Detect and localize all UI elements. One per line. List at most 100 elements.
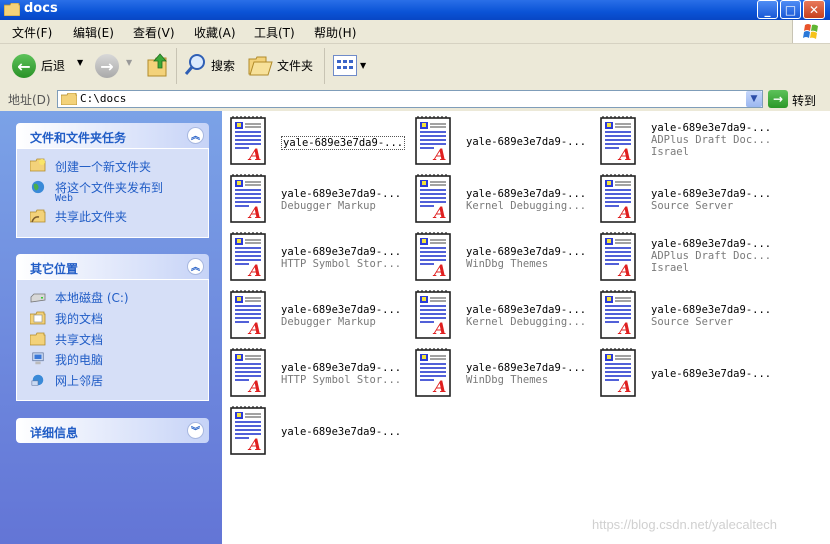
windows-logo-icon <box>792 20 830 43</box>
file-name[interactable]: yale-689e3e7da9-... <box>281 188 401 200</box>
back-button[interactable]: ← <box>12 54 36 78</box>
search-icon[interactable] <box>184 52 208 78</box>
file-item[interactable]: A yale-689e3e7da9-... WinDbg Themes <box>414 348 594 402</box>
address-dropdown-button[interactable]: ▼ <box>746 91 762 107</box>
views-dropdown-icon[interactable]: ▼ <box>360 61 366 70</box>
title-bar[interactable] <box>0 0 830 20</box>
document-file-icon[interactable]: A <box>229 290 269 343</box>
address-value[interactable]: C:\docs <box>80 92 126 105</box>
folders-icon[interactable] <box>248 53 274 77</box>
file-name[interactable]: yale-689e3e7da9-... <box>281 362 401 374</box>
document-file-icon[interactable]: A <box>599 174 639 227</box>
file-name[interactable]: yale-689e3e7da9-... <box>466 188 586 200</box>
toolbar-separator <box>324 48 325 84</box>
menu-tools[interactable]: 工具(T) <box>254 24 295 41</box>
file-item[interactable]: A yale-689e3e7da9-... <box>599 348 779 402</box>
file-item[interactable]: A yale-689e3e7da9-... <box>229 406 409 460</box>
address-input[interactable] <box>57 90 763 108</box>
views-button[interactable] <box>333 55 357 76</box>
minimize-button[interactable]: _ <box>757 0 778 19</box>
file-item[interactable]: A yale-689e3e7da9-... Debugger Markup <box>229 290 409 344</box>
file-item[interactable]: A yale-689e3e7da9-... <box>229 116 409 170</box>
document-file-icon[interactable]: A <box>414 348 454 401</box>
menu-help[interactable]: 帮助(H) <box>314 24 356 41</box>
file-item[interactable]: A yale-689e3e7da9-... Kernel Debugging... <box>414 290 594 344</box>
file-name[interactable]: yale-689e3e7da9-... <box>651 368 771 380</box>
file-description: ADPlus Draft Doc... <box>651 134 772 146</box>
file-tasks-title[interactable]: 文件和文件夹任务 <box>30 129 126 146</box>
search-label[interactable]: 搜索 <box>211 57 235 74</box>
my-documents-link[interactable]: 我的文档 <box>55 310 103 327</box>
collapse-icon[interactable]: ︽ <box>187 258 204 275</box>
back-label[interactable]: 后退 <box>41 57 65 74</box>
file-description: Israel <box>651 146 689 158</box>
other-places-title[interactable]: 其它位置 <box>30 260 78 277</box>
file-item[interactable]: A yale-689e3e7da9-... ADPlus Draft Doc...… <box>599 116 779 170</box>
document-file-icon[interactable]: A <box>599 348 639 401</box>
up-folder-icon[interactable] <box>146 52 170 78</box>
menu-edit[interactable]: 编辑(E) <box>73 24 114 41</box>
document-file-icon[interactable]: A <box>229 232 269 285</box>
file-name[interactable]: yale-689e3e7da9-... <box>281 426 401 438</box>
file-description: Debugger Markup <box>281 200 376 212</box>
svg-text:A: A <box>617 377 631 396</box>
svg-text:A: A <box>247 319 261 338</box>
document-file-icon[interactable]: A <box>229 116 269 169</box>
local-disk-link[interactable]: 本地磁盘 (C:) <box>55 289 129 306</box>
go-button[interactable]: → <box>768 90 788 108</box>
menu-view[interactable]: 查看(V) <box>133 24 175 41</box>
file-name[interactable]: yale-689e3e7da9-... <box>466 362 586 374</box>
collapse-icon[interactable]: ︽ <box>187 127 204 144</box>
file-item[interactable]: A yale-689e3e7da9-... Debugger Markup <box>229 174 409 228</box>
menu-favorites[interactable]: 收藏(A) <box>194 24 236 41</box>
file-name[interactable]: yale-689e3e7da9-... <box>281 246 401 258</box>
expand-icon[interactable]: ︾ <box>187 422 204 439</box>
document-file-icon[interactable]: A <box>229 174 269 227</box>
file-name[interactable]: yale-689e3e7da9-... <box>466 304 586 316</box>
file-item[interactable]: A yale-689e3e7da9-... Kernel Debugging... <box>414 174 594 228</box>
folders-label[interactable]: 文件夹 <box>277 57 313 74</box>
file-item[interactable]: A yale-689e3e7da9-... <box>414 116 594 170</box>
publish-to-web-link-web[interactable]: Web <box>55 193 73 204</box>
details-title[interactable]: 详细信息 <box>30 424 78 441</box>
go-label[interactable]: 转到 <box>792 92 816 109</box>
menu-file[interactable]: 文件(F) <box>12 24 52 41</box>
document-file-icon[interactable]: A <box>599 116 639 169</box>
file-item[interactable]: A yale-689e3e7da9-... ADPlus Draft Doc...… <box>599 232 779 286</box>
my-computer-link[interactable]: 我的电脑 <box>55 351 103 368</box>
document-file-icon[interactable]: A <box>414 116 454 169</box>
shared-documents-link[interactable]: 共享文档 <box>55 331 103 348</box>
forward-dropdown-icon[interactable]: ▼ <box>126 58 132 67</box>
file-item[interactable]: A yale-689e3e7da9-... HTTP Symbol Stor... <box>229 232 409 286</box>
document-file-icon[interactable]: A <box>414 174 454 227</box>
file-name[interactable]: yale-689e3e7da9-... <box>281 304 401 316</box>
maximize-icon: □ <box>784 2 797 17</box>
maximize-button[interactable]: □ <box>780 0 801 19</box>
file-description: Source Server <box>651 200 734 212</box>
create-new-folder-link[interactable]: 创建一个新文件夹 <box>55 158 151 175</box>
share-folder-link[interactable]: 共享此文件夹 <box>55 208 127 225</box>
document-file-icon[interactable]: A <box>229 348 269 401</box>
window-title: docs <box>24 1 58 16</box>
file-item[interactable]: A yale-689e3e7da9-... Source Server <box>599 290 779 344</box>
forward-button[interactable]: → <box>95 54 119 78</box>
file-name[interactable]: yale-689e3e7da9-... <box>651 304 771 316</box>
file-name[interactable]: yale-689e3e7da9-... <box>651 188 771 200</box>
file-name[interactable]: yale-689e3e7da9-... <box>466 246 586 258</box>
document-file-icon[interactable]: A <box>599 232 639 285</box>
document-file-icon[interactable]: A <box>414 232 454 285</box>
file-name[interactable]: yale-689e3e7da9-... <box>466 136 586 148</box>
file-item[interactable]: A yale-689e3e7da9-... WinDbg Themes <box>414 232 594 286</box>
back-dropdown-icon[interactable]: ▼ <box>77 58 83 67</box>
file-name[interactable]: yale-689e3e7da9-... <box>281 136 406 150</box>
file-item[interactable]: A yale-689e3e7da9-... HTTP Symbol Stor... <box>229 348 409 402</box>
file-item[interactable]: A yale-689e3e7da9-... Source Server <box>599 174 779 228</box>
close-button[interactable]: ✕ <box>803 0 825 19</box>
document-file-icon[interactable]: A <box>599 290 639 343</box>
network-places-link[interactable]: 网上邻居 <box>55 372 103 389</box>
document-file-icon[interactable]: A <box>229 406 269 459</box>
file-name[interactable]: yale-689e3e7da9-... <box>651 122 771 134</box>
document-file-icon[interactable]: A <box>414 290 454 343</box>
file-name[interactable]: yale-689e3e7da9-... <box>651 238 771 250</box>
network-places-icon <box>31 374 44 386</box>
